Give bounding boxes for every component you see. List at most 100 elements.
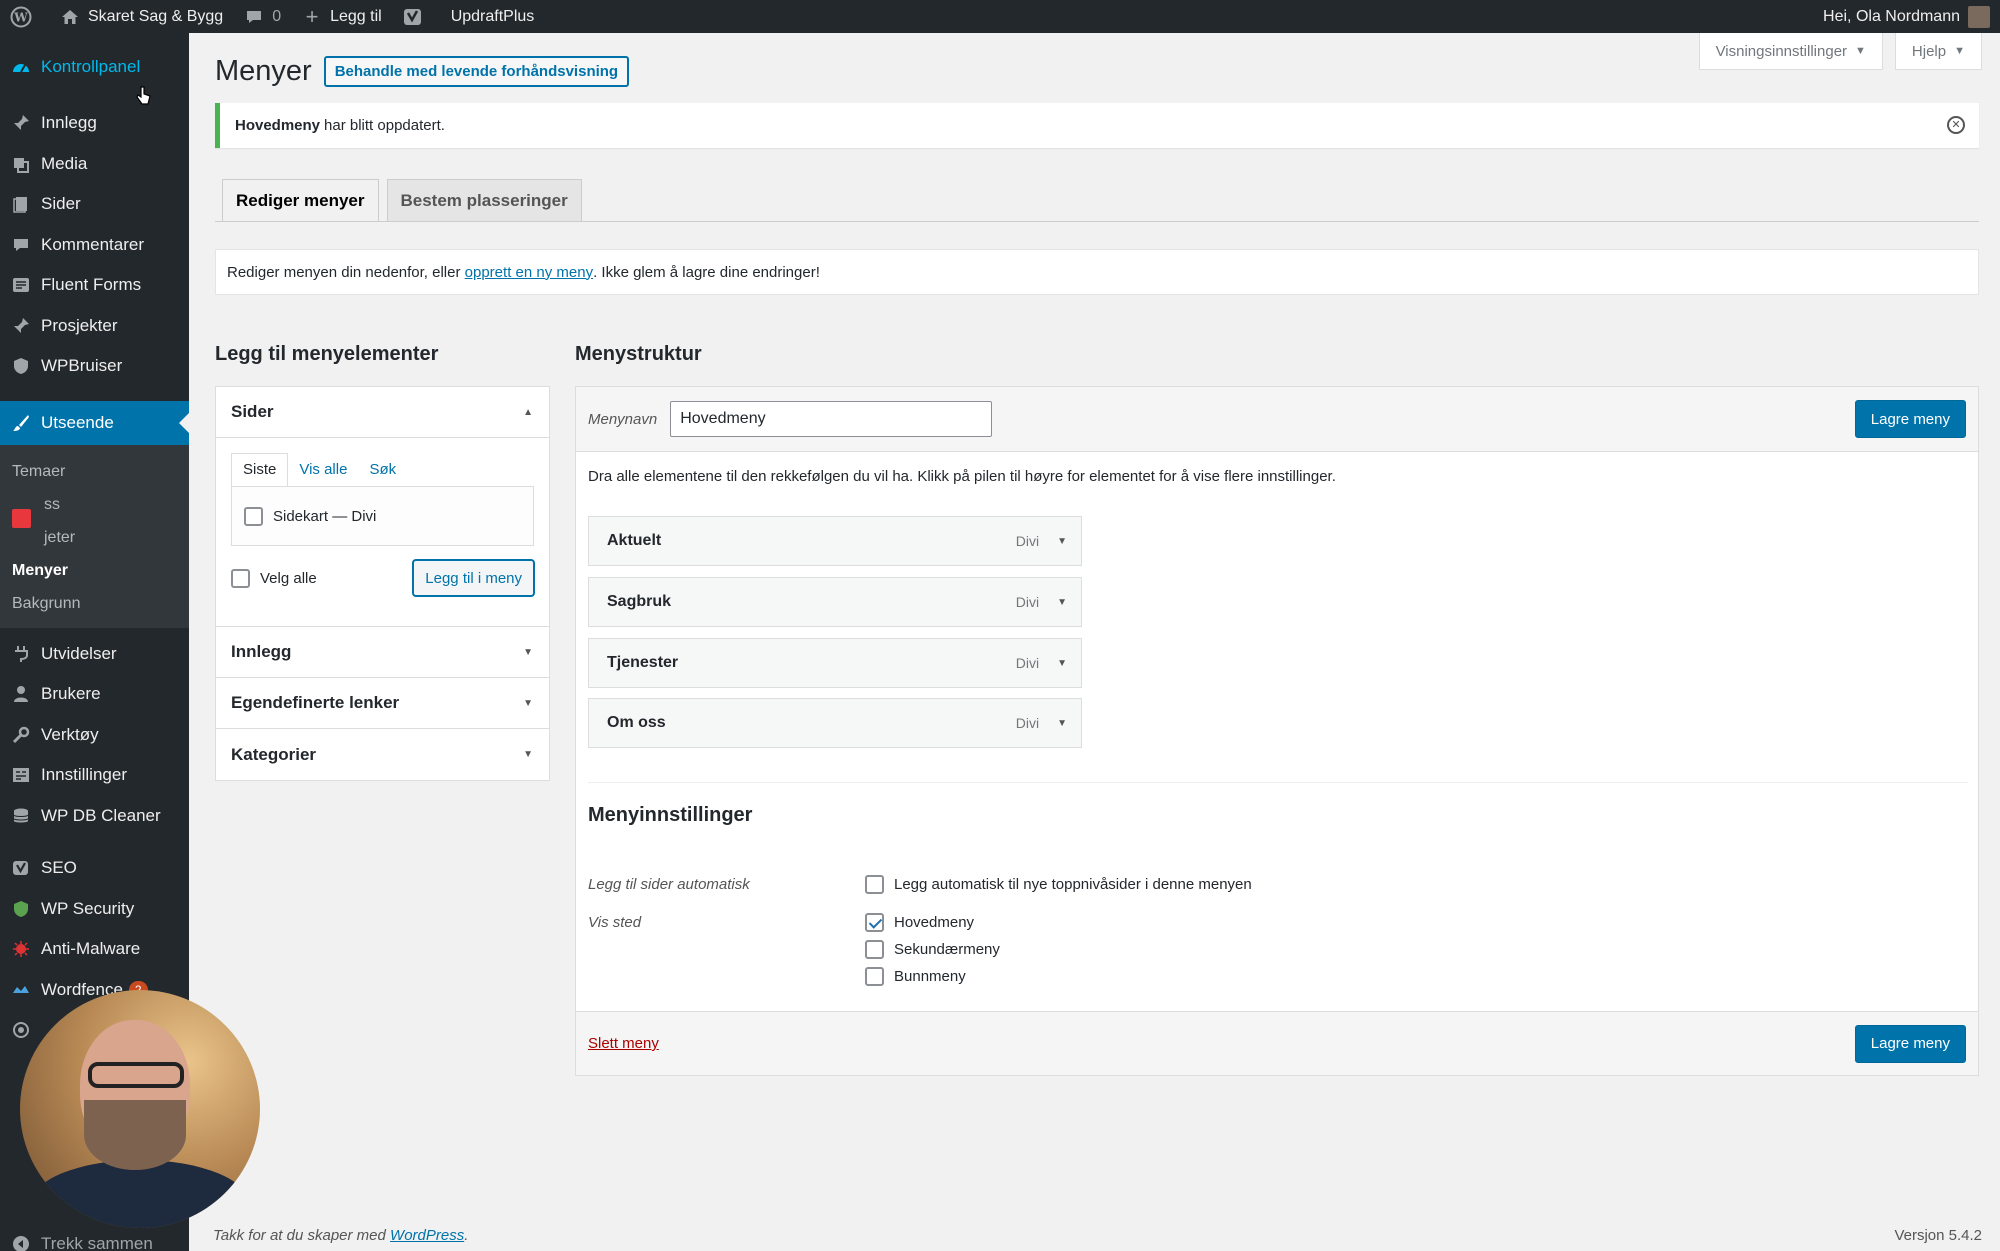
tab-search[interactable]: Søk [358,454,407,486]
sidebar-item-settings[interactable]: Innstillinger [0,755,189,796]
submenu-item-background[interactable]: Bakgrunn [0,587,189,620]
screen-options-button[interactable]: Visningsinnstillinger ▼ [1698,33,1883,70]
live-preview-button[interactable]: Behandle med levende forhåndsvisning [323,56,630,87]
location-option-footer[interactable]: Bunnmeny [865,967,966,986]
accordion-section-custom-links[interactable]: Egendefinerte lenker ▼ [216,678,549,729]
tab-most-recent[interactable]: Siste [231,453,289,486]
pages-inner-tabs: Siste Vis alle Søk [231,453,534,486]
my-account-link[interactable]: Hei, Ola Nordmann [1813,0,2000,33]
save-menu-button[interactable]: Lagre meny [1854,400,1966,438]
page-header: Menyer Behandle med levende forhåndsvisn… [215,55,630,88]
wordpress-logo-button[interactable]: W [0,0,49,33]
menu-item[interactable]: Aktuelt Divi ▼ [588,516,1082,566]
caret-up-icon: ▲ [523,406,533,418]
page-icon [10,193,32,215]
accordion-section-posts[interactable]: Innlegg ▼ [216,627,549,678]
add-items-title: Legg til menyelementer [215,343,439,365]
submenu-item-themes[interactable]: Temaer [0,455,189,488]
sidebar-item-wp-security[interactable]: WP Security [0,889,189,930]
help-button[interactable]: Hjelp ▼ [1894,33,1982,70]
submenu-item-menus[interactable]: Menyer [0,554,189,587]
comment-icon [10,234,32,256]
menu-item[interactable]: Sagbruk Divi ▼ [588,577,1082,627]
dashboard-icon [10,57,32,79]
sidebar-item-projects[interactable]: Prosjekter [0,306,189,347]
caret-down-icon[interactable]: ▼ [1057,658,1067,669]
shield-icon [10,898,32,920]
caret-down-icon[interactable]: ▼ [1057,597,1067,608]
accordion-section-pages[interactable]: Sider ▲ [216,387,549,438]
caret-down-icon[interactable]: ▼ [1057,536,1067,547]
main-content: Visningsinnstillinger ▼ Hjelp ▼ Menyer B… [189,33,2000,1251]
tab-manage-locations[interactable]: Bestem plasseringer [386,179,582,221]
sidebar-item-comments[interactable]: Kommentarer [0,225,189,266]
sidebar-item-dashboard[interactable]: Kontrollpanel [0,33,189,103]
sidebar-item-tools[interactable]: Verktøy [0,715,189,756]
pin-icon [10,112,32,134]
tab-edit-menus[interactable]: Rediger menyer [222,179,379,221]
caret-down-icon[interactable]: ▼ [1057,718,1067,729]
sidebar-item-seo[interactable]: SEO [0,848,189,889]
dismiss-icon[interactable]: ✕ [1947,116,1965,134]
select-all-checkbox[interactable] [231,568,250,588]
menu-name-input[interactable]: Hovedmeny [670,401,993,437]
location-option-primary[interactable]: Hovedmeny [865,913,974,932]
location-checkbox[interactable] [865,913,884,932]
sidebar-item-posts[interactable]: Innlegg [0,103,189,144]
submenu-item-widgets[interactable]: jeter [0,508,189,554]
wordpress-link[interactable]: WordPress [390,1227,464,1244]
red-square-icon [12,508,31,528]
delete-menu-link[interactable]: Slett meny [588,1035,659,1052]
add-to-menu-button[interactable]: Legg til i meny [413,560,534,596]
comment-icon [243,6,265,28]
sidebar-item-wpbruiser[interactable]: WPBruiser [0,346,189,387]
auto-add-checkbox[interactable] [865,875,884,894]
media-icon [10,153,32,175]
location-option-secondary[interactable]: Sekundærmeny [865,940,1000,959]
updraftplus-link[interactable]: UpdraftPlus [441,0,545,33]
collapse-menu-button[interactable]: Trekk sammen [0,1224,153,1251]
user-icon [10,683,32,705]
sidebar-item-wp-db-cleaner[interactable]: WP DB Cleaner [0,796,189,837]
sidebar-item-fluent-forms[interactable]: Fluent Forms [0,265,189,306]
sidebar-top-items: Innlegg Media Sider Kommentarer Fluent F… [0,103,189,387]
sidebar-item-appearance[interactable]: Utseende [0,400,189,445]
menu-name-label: Menynavn [588,410,658,428]
admin-bar: W Skaret Sag & Bygg 0 + Legg til Updraft… [0,0,2000,33]
select-all-control[interactable]: Velg alle [231,568,317,588]
pin-icon [10,315,32,337]
caret-down-icon: ▼ [523,749,533,760]
page-checkbox[interactable] [244,506,263,526]
location-checkbox[interactable] [865,967,884,986]
page-list: Sidekart — Divi [231,486,534,546]
settings-divider [588,782,1968,783]
manage-menus-box: Rediger menyen din nedenfor, eller oppre… [215,249,1979,295]
auto-add-option[interactable]: Legg automatisk til nye toppnivåsider i … [865,875,1252,894]
tab-view-all[interactable]: Vis alle [288,454,358,486]
pages-panel: Siste Vis alle Søk Sidekart — Divi Velg … [216,438,549,627]
sidebar-item-pages[interactable]: Sider [0,184,189,225]
sidebar-item-media[interactable]: Media [0,144,189,185]
comments-link[interactable]: 0 [233,0,291,33]
collapse-arrow-icon [10,1233,32,1251]
yoast-seo-button[interactable] [392,0,441,33]
save-menu-button[interactable]: Lagre meny [1854,1024,1966,1063]
menu-item[interactable]: Om oss Divi ▼ [588,698,1082,748]
sidebar-item-plugins[interactable]: Utvidelser [0,634,189,675]
database-icon [10,805,32,827]
screen-meta-links: Visningsinnstillinger ▼ Hjelp ▼ [1698,33,1982,70]
caret-down-icon: ▼ [1954,45,1965,57]
menu-item[interactable]: Tjenester Divi ▼ [588,638,1082,688]
create-new-menu-link[interactable]: opprett en ny meny [465,264,593,281]
location-checkbox[interactable] [865,940,884,959]
accordion-section-categories[interactable]: Kategorier ▼ [216,729,549,780]
site-name-link[interactable]: Skaret Sag & Bygg [49,0,233,33]
wrench-icon [10,724,32,746]
notice-menu-name: Hovedmeny [235,117,321,134]
add-new-link[interactable]: + Legg til [291,0,392,33]
brush-icon [10,412,32,434]
sidebar-item-users[interactable]: Brukere [0,674,189,715]
sidebar-item-anti-malware[interactable]: Anti-Malware [0,929,189,970]
plus-icon: + [305,3,319,29]
malware-icon [10,938,32,960]
